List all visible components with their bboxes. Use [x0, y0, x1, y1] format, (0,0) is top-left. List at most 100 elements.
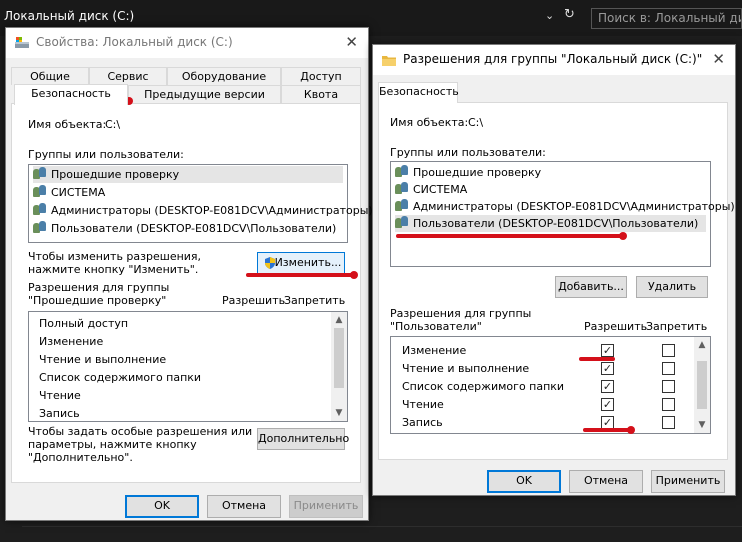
drive-icon — [15, 37, 29, 48]
scrollbar[interactable]: ▲ ▼ — [694, 337, 710, 433]
tab-label: Квота — [303, 88, 339, 101]
list-item: Список содержимого папки — [39, 371, 202, 384]
remove-button[interactable]: Удалить — [636, 276, 708, 298]
list-item: Полный доступ — [39, 317, 129, 330]
tab-general[interactable]: Общие — [11, 67, 89, 85]
chevron-up-icon[interactable]: ▲ — [331, 313, 347, 327]
refresh-icon[interactable]: ↻ — [564, 7, 575, 22]
divider — [22, 526, 742, 527]
ok-button[interactable]: OK — [125, 495, 199, 518]
close-icon[interactable]: ✕ — [712, 50, 725, 68]
list-item[interactable]: Администраторы (DESKTOP-E081DCV\Админист… — [395, 198, 735, 215]
list-item: Изменение — [39, 335, 104, 348]
scrollbar[interactable]: ▲ ▼ — [331, 312, 347, 421]
tab-hardware[interactable]: Оборудование — [167, 67, 281, 85]
highlight-mark — [627, 426, 635, 434]
deny-checkbox[interactable] — [662, 362, 675, 375]
permissions-titlebar[interactable]: Разрешения для группы "Локальный диск (C… — [373, 45, 735, 75]
tab-previous-versions[interactable]: Предыдущие версии — [128, 85, 281, 103]
highlight-mark — [350, 271, 358, 279]
list-item: Изменение — [402, 344, 467, 357]
tab-label: Предыдущие версии — [144, 88, 265, 101]
tab-label: Безопасность — [379, 85, 459, 98]
users-icon — [395, 165, 411, 177]
allow-header: Разрешить — [222, 294, 286, 307]
cancel-button[interactable]: Отмена — [569, 470, 643, 493]
list-item: Чтение — [402, 398, 444, 411]
user-label: Администраторы (DESKTOP-E081DCV\Админист… — [51, 204, 373, 217]
user-label: СИСТЕМА — [413, 183, 468, 196]
list-item[interactable]: СИСТЕМА — [33, 184, 105, 201]
users-icon — [33, 167, 49, 179]
list-item: Список содержимого папки — [402, 380, 565, 393]
list-item[interactable]: СИСТЕМА — [395, 181, 467, 198]
users-icon — [395, 182, 411, 194]
scroll-thumb[interactable] — [334, 328, 344, 388]
advanced-button[interactable]: Дополнительно — [257, 428, 349, 450]
permissions-list[interactable]: Изменение Чтение и выполнение Список сод… — [390, 336, 711, 434]
tab-security[interactable]: Безопасность — [14, 84, 128, 105]
groups-label: Группы или пользователи: — [28, 148, 184, 161]
object-name-value: C:\ — [468, 116, 484, 129]
properties-titlebar[interactable]: Свойства: Локальный диск (C:) ✕ — [6, 28, 368, 58]
add-button[interactable]: Добавить... — [555, 276, 627, 298]
chevron-down-icon[interactable]: ▼ — [694, 418, 710, 432]
search-input[interactable]: Поиск в: Локальный диск (C:) — [591, 8, 742, 29]
tab-label: Общие — [30, 70, 70, 83]
list-item[interactable]: Администраторы (DESKTOP-E081DCV\Админист… — [33, 202, 373, 219]
allow-header: Разрешить — [584, 320, 648, 333]
tab-label: Безопасность — [31, 87, 111, 100]
close-icon[interactable]: ✕ — [345, 33, 358, 51]
object-name-label: Имя объекта: — [28, 118, 107, 131]
allow-checkbox[interactable]: ✓ — [601, 380, 614, 393]
tab-tools[interactable]: Сервис — [89, 67, 167, 85]
highlight-mark — [579, 357, 615, 361]
deny-checkbox[interactable] — [662, 380, 675, 393]
list-item: Чтение — [39, 389, 81, 402]
deny-checkbox[interactable] — [662, 398, 675, 411]
permissions-label: Разрешения для группы "Прошедшие проверк… — [28, 281, 170, 307]
deny-checkbox[interactable] — [662, 416, 675, 429]
change-button[interactable]: Изменить... — [257, 252, 345, 274]
list-item: Запись — [39, 407, 80, 420]
object-name-value: C:\ — [105, 118, 121, 131]
list-item[interactable]: Пользователи (DESKTOP-E081DCV\Пользовате… — [395, 215, 706, 232]
apply-button[interactable]: Применить — [289, 495, 363, 518]
deny-checkbox[interactable] — [662, 344, 675, 357]
tab-sharing[interactable]: Доступ — [281, 67, 361, 85]
highlight-mark — [246, 273, 356, 277]
ok-button[interactable]: OK — [487, 470, 561, 493]
tab-security[interactable]: Безопасность — [378, 82, 459, 103]
tab-label: Сервис — [107, 70, 149, 83]
button-label: Изменить... — [274, 256, 342, 269]
users-icon — [395, 216, 411, 228]
users-list[interactable]: Прошедшие проверку СИСТЕМА Администратор… — [390, 161, 735, 267]
permissions-list[interactable]: Полный доступ Изменение Чтение и выполне… — [28, 311, 348, 422]
chevron-down-icon[interactable]: ▼ — [331, 406, 347, 420]
tab-quota[interactable]: Квота — [281, 85, 361, 103]
highlight-mark — [583, 428, 633, 432]
highlight-mark — [396, 234, 625, 238]
address-bar[interactable]: Локальный диск (C:) — [0, 8, 588, 28]
deny-header: Запретить — [284, 294, 346, 307]
deny-header: Запретить — [646, 320, 708, 333]
users-icon — [33, 185, 49, 197]
special-permissions-hint: Чтобы задать особые разрешения или парам… — [28, 425, 253, 464]
users-icon — [33, 203, 49, 215]
users-icon — [33, 221, 49, 233]
apply-button[interactable]: Применить — [651, 470, 725, 493]
user-label: Пользователи (DESKTOP-E081DCV\Пользовате… — [51, 222, 337, 235]
chevron-down-icon[interactable]: ⌄ — [545, 9, 554, 22]
list-item[interactable]: Прошедшие проверку — [33, 166, 343, 183]
list-item[interactable]: Пользователи (DESKTOP-E081DCV\Пользовате… — [33, 220, 336, 237]
user-label: Прошедшие проверку — [51, 168, 180, 181]
users-icon — [395, 199, 411, 211]
allow-checkbox[interactable]: ✓ — [601, 362, 614, 375]
list-item[interactable]: Прошедшие проверку — [395, 164, 541, 181]
cancel-button[interactable]: Отмена — [207, 495, 281, 518]
allow-checkbox[interactable]: ✓ — [601, 398, 614, 411]
allow-checkbox[interactable]: ✓ — [601, 344, 614, 357]
users-list[interactable]: Прошедшие проверку СИСТЕМА Администратор… — [28, 164, 373, 243]
scroll-thumb[interactable] — [697, 361, 707, 409]
chevron-up-icon[interactable]: ▲ — [694, 338, 710, 352]
